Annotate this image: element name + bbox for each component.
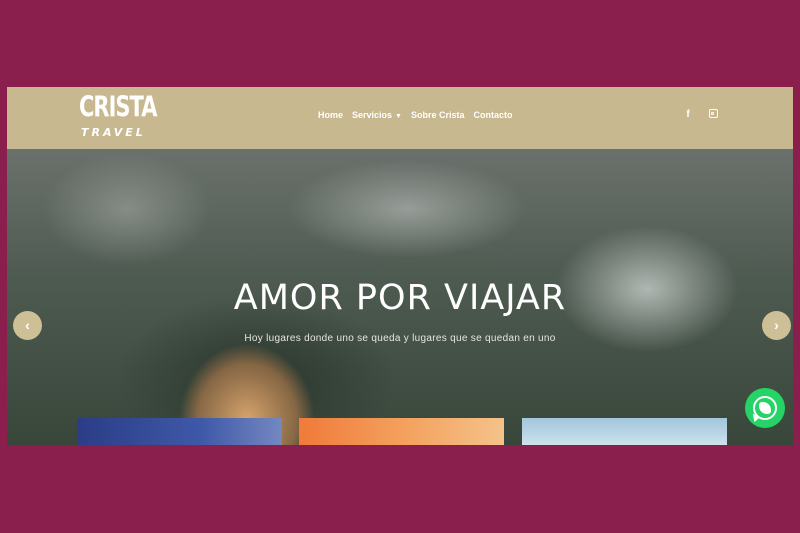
nav-contact[interactable]: Contacto [474,110,513,120]
facebook-icon[interactable]: f [681,108,695,122]
chevron-right-icon: › [774,317,779,333]
slider-next-button[interactable]: › [762,311,791,340]
chevron-left-icon: ‹ [25,317,30,333]
site-header: CRISTA TRAVEL Home Servicios ▼ Sobre Cris… [7,87,793,149]
destination-card-3[interactable] [522,418,727,445]
instagram-icon[interactable] [706,108,720,122]
nav-services[interactable]: Servicios ▼ [352,110,402,120]
hero-title: AMOR POR VIAJAR [233,278,567,318]
whatsapp-button[interactable] [745,388,785,428]
nav-about[interactable]: Sobre Crista [411,110,465,120]
chevron-down-icon: ▼ [395,113,402,120]
website-frame: CRISTA TRAVEL Home Servicios ▼ Sobre Cris… [7,87,793,445]
destination-card-2[interactable] [299,418,504,445]
hero-subtitle: Hoy lugares donde uno se queda y lugares… [244,333,556,344]
nav-home[interactable]: Home [318,110,343,120]
hero-slider: AMOR POR VIAJAR Hoy lugares donde uno se… [7,149,793,445]
facebook-glyph: f [686,109,690,120]
logo-line1: CRISTA [79,90,157,124]
slider-prev-button[interactable]: ‹ [13,311,42,340]
instagram-glyph [708,109,718,118]
nav-services-label: Servicios [352,110,393,120]
main-nav: Home Servicios ▼ Sobre Crista Contacto [318,110,513,120]
logo[interactable]: CRISTA TRAVEL [79,92,157,144]
logo-line2: TRAVEL [81,126,146,139]
destination-card-1[interactable] [77,418,282,445]
